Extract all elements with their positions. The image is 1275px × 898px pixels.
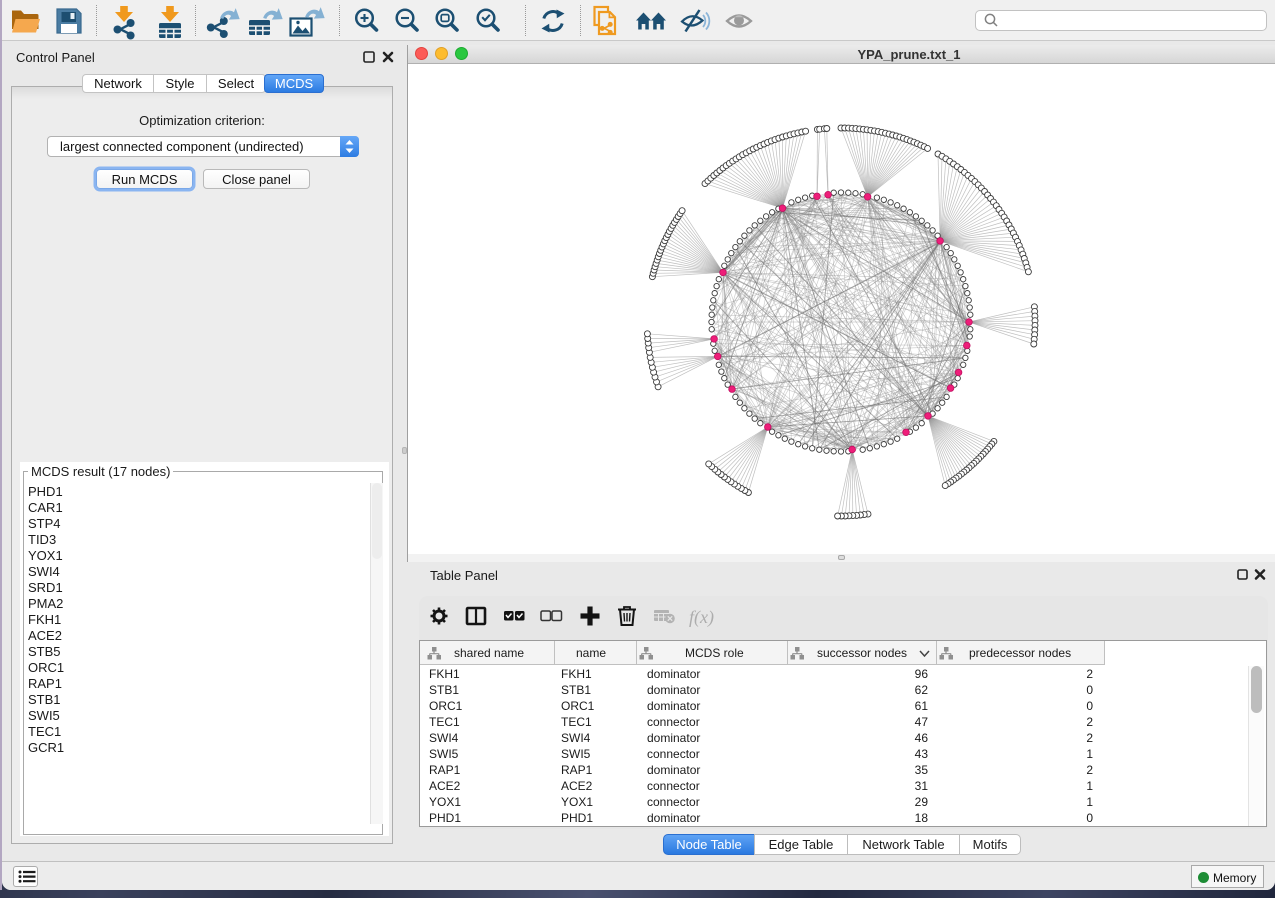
svg-text:f(x): f(x)	[689, 607, 714, 628]
